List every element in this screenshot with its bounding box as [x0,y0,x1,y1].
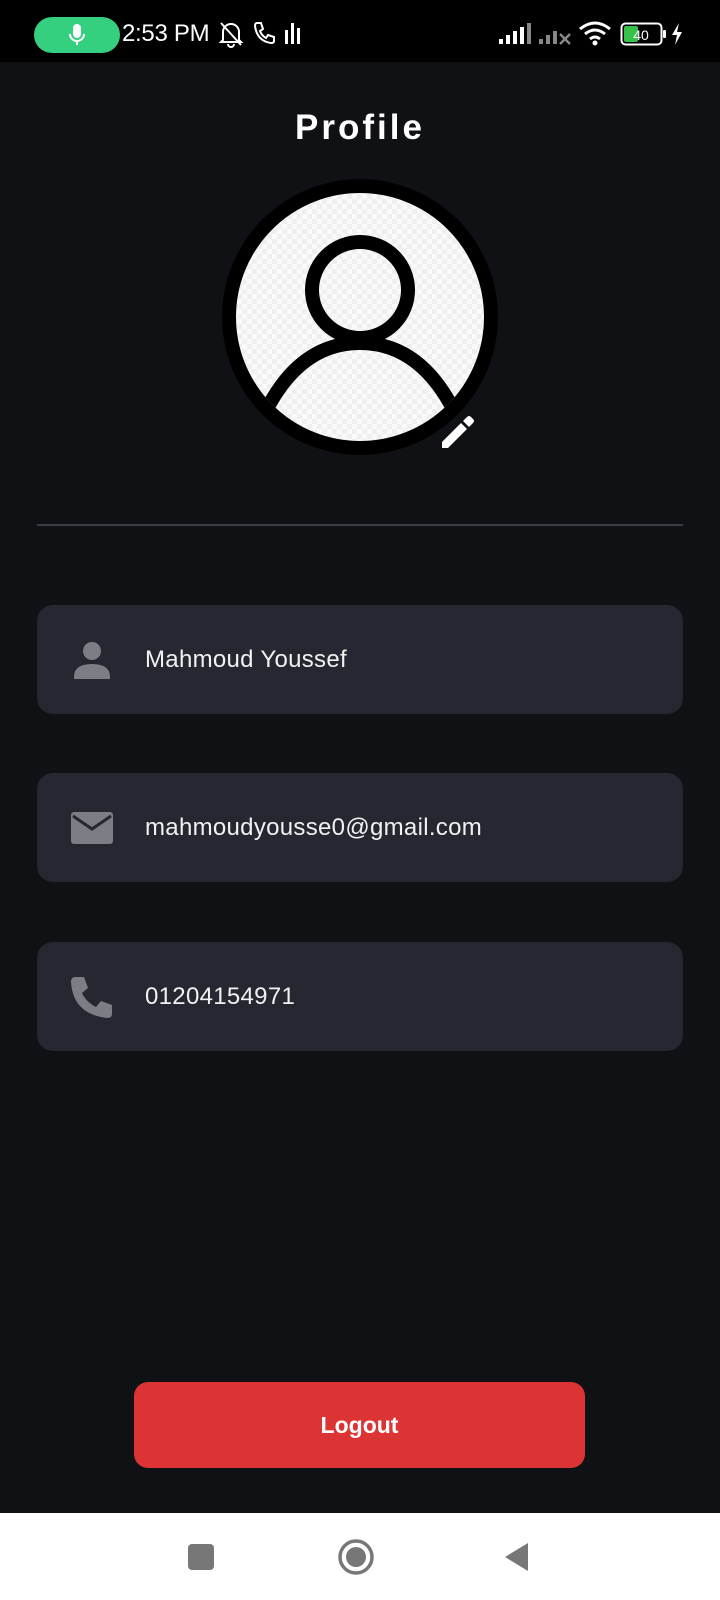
recents-button[interactable] [179,1535,223,1579]
name-field[interactable]: Mahmoud Youssef [37,605,683,714]
battery-level: 40 [633,27,649,43]
back-button[interactable] [494,1535,538,1579]
bell-off-icon [218,22,244,48]
name-value: Mahmoud Youssef [145,646,347,673]
logout-button[interactable]: Logout [134,1382,585,1468]
divider [37,524,683,526]
signal-no-service-icon [539,31,571,45]
recents-square-icon [188,1544,214,1570]
mail-icon [71,812,113,844]
home-button[interactable] [334,1535,378,1579]
phone-icon [71,977,112,1018]
back-triangle-icon [505,1543,528,1571]
home-circle-icon [338,1539,374,1575]
mic-indicator[interactable] [34,17,120,53]
page-title: Profile [295,108,425,147]
charging-icon [672,23,682,45]
navigation-bar [0,1513,720,1600]
signal-icon [499,23,531,44]
phone-value: 01204154971 [145,983,296,1010]
status-time: 2:53 PM [122,20,210,47]
mic-icon [69,24,85,45]
phone-call-icon [253,22,275,45]
pencil-icon[interactable] [436,412,478,454]
person-icon [74,642,110,679]
data-activity-icon [285,23,300,44]
status-bar: 2:53 PM 40 [0,0,720,62]
email-value: mahmoudyousse0@gmail.com [145,814,483,841]
email-field[interactable]: mahmoudyousse0@gmail.com [37,773,683,882]
wifi-icon [579,21,611,46]
battery-icon: 40 [620,22,666,46]
phone-field[interactable]: 01204154971 [37,942,683,1051]
